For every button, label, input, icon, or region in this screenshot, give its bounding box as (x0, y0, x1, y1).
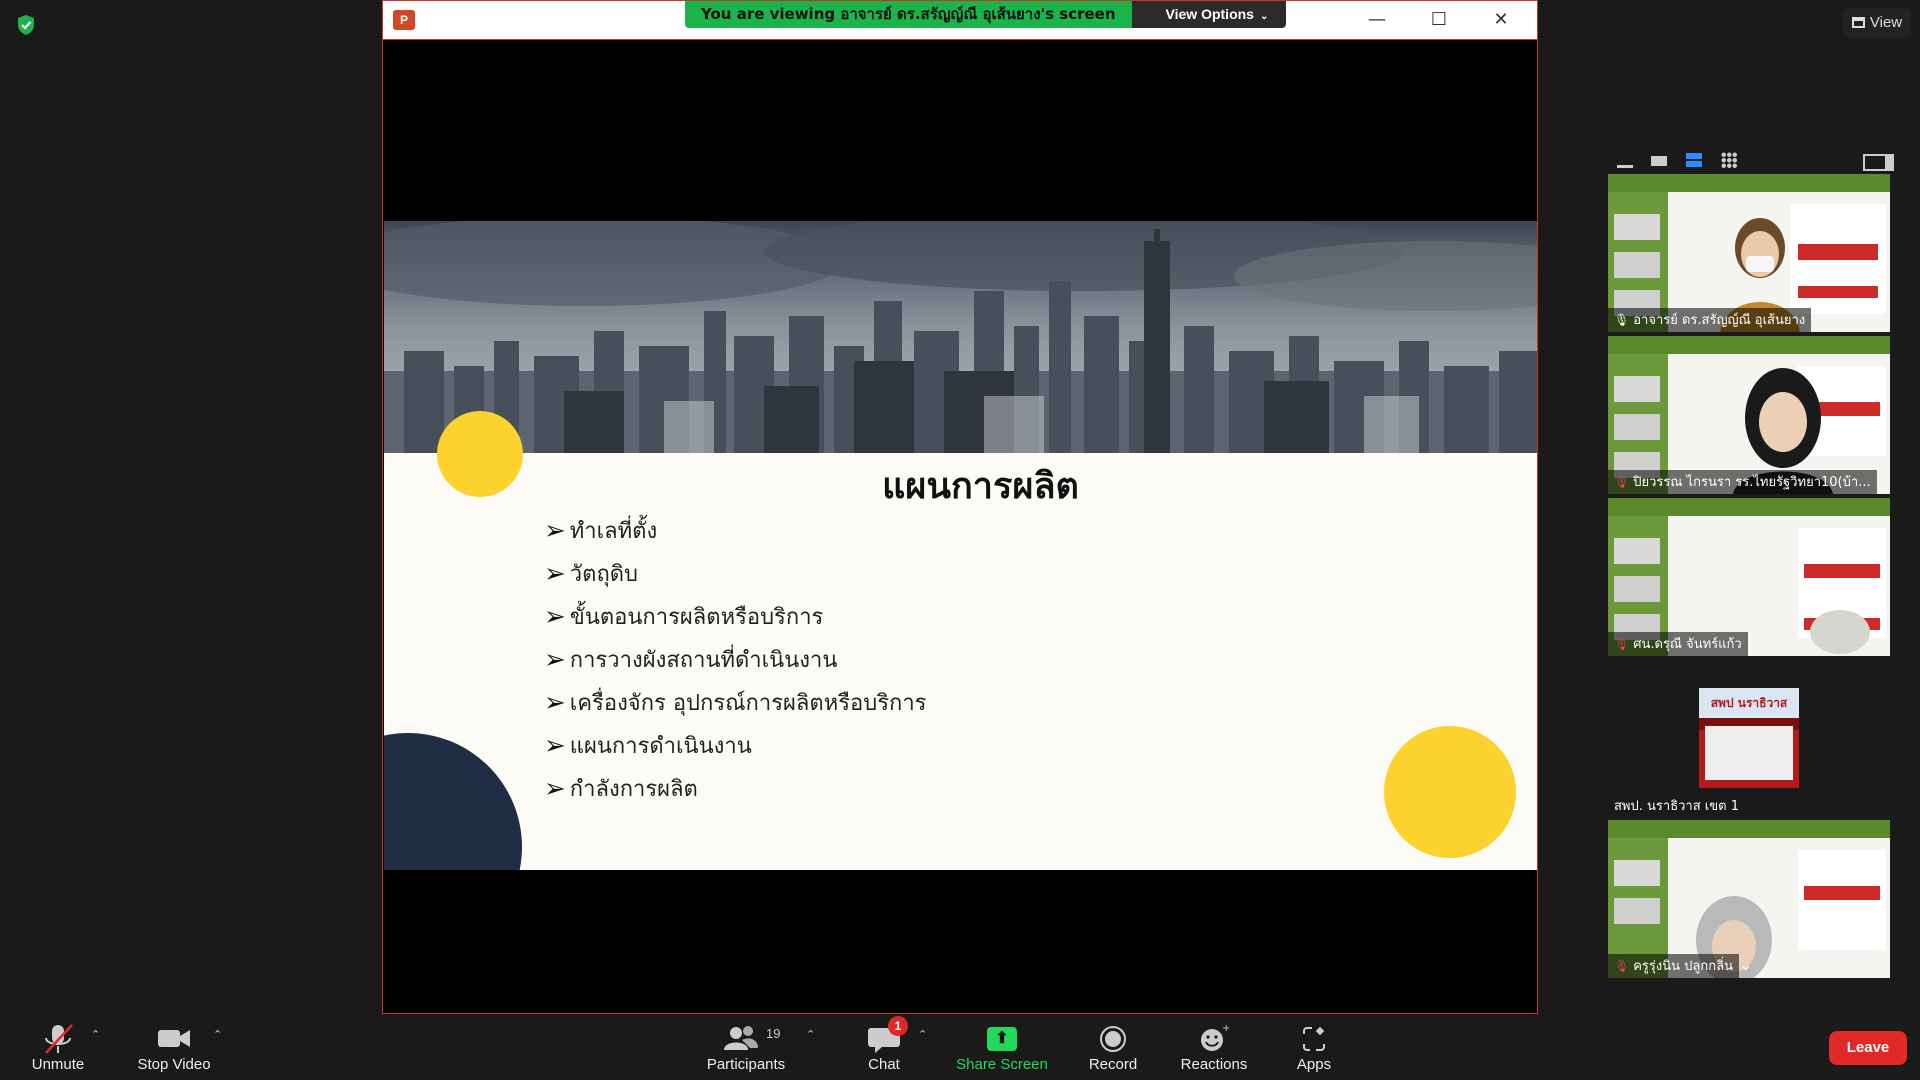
reactions-button[interactable]: + Reactions (1172, 1014, 1256, 1080)
mic-muted-icon: 🎙 (1614, 637, 1630, 651)
bullet-item: ➢ ทำเลที่ตั้ง (544, 509, 927, 552)
mic-icon: 🎙 (1614, 313, 1630, 327)
scroll-down-chevron-icon[interactable]: ⌄ (1739, 955, 1752, 974)
participant-tile[interactable]: 🎙 ศน.ดรุณี จันทร์แก้ว (1608, 498, 1890, 656)
mic-muted-icon (45, 1024, 73, 1054)
bullet-item: ➢ กำลังการผลิต (544, 767, 927, 810)
chat-label: Chat (868, 1056, 900, 1073)
view-grid-icon (1851, 17, 1865, 28)
strip-view-icon[interactable] (1686, 152, 1702, 168)
svg-text:+: + (1222, 1023, 1230, 1034)
smiley-icon: + (1201, 1023, 1230, 1051)
meeting-toolbar: Unmute ⌃ Stop Video ⌃ Participants 19 ⌃ (0, 1014, 1920, 1080)
viewing-banner: You are viewing อาจารย์ ดร.สรัญญ์ณี อุเส… (685, 1, 1287, 28)
side-by-side-icon[interactable] (1863, 152, 1894, 171)
share-screen-button[interactable]: ⬆ Share Screen (952, 1014, 1052, 1080)
maximize-icon[interactable]: ☐ (1419, 7, 1459, 33)
chat-unread-badge: 1 (888, 1016, 908, 1036)
participants-button[interactable]: Participants (700, 1014, 792, 1080)
city-skyline-image (384, 221, 1537, 453)
participant-tile[interactable]: 🎙 ปิยวรรณ ไกรนรา รร.ไทยรัฐวิทยา10(บ้า... (1608, 336, 1890, 494)
participant-name: 🎙 อาจารย์ ดร.สรัญญ์ณี อุเส้นยาง (1608, 308, 1812, 332)
bullet-item: ➢ แผนการดำเนินงาน (544, 724, 927, 767)
arrow-bullet-icon: ➢ (544, 601, 566, 632)
mic-muted-icon: 🎙 (1614, 959, 1630, 973)
apps-button[interactable]: Apps (1284, 1014, 1344, 1080)
shared-screen: P — ☐ ✕ You are viewing อาจารย์ ดร.สรัญญ… (382, 0, 1538, 1014)
participants-label: Participants (706, 1056, 786, 1073)
stop-video-button[interactable]: Stop Video (130, 1014, 218, 1080)
shield-icon[interactable] (16, 14, 36, 36)
participant-name: 🎙 ศน.ดรุณี จันทร์แก้ว (1608, 632, 1748, 656)
bullet-text: แผนการดำเนินงาน (569, 734, 752, 759)
record-label: Record (1088, 1056, 1138, 1073)
arrow-bullet-icon: ➢ (544, 515, 566, 546)
participant-name: 🎙 ปิยวรรณ ไกรนรา รร.ไทยรัฐวิทยา10(บ้า... (1608, 470, 1877, 494)
bullet-text: การวางผังสถานที่ดำเนินงาน (569, 648, 838, 673)
video-options-caret-icon[interactable]: ⌃ (213, 1028, 222, 1041)
participant-name: สพป. นราธิวาส เขต 1 (1614, 799, 1739, 814)
zoom-meeting-window: P — ☐ ✕ You are viewing อาจารย์ ดร.สรัญญ… (0, 0, 1920, 1080)
unmute-label: Unmute (31, 1056, 85, 1073)
arrow-bullet-icon: ➢ (544, 687, 566, 718)
bullet-text: ทำเลที่ตั้ง (569, 519, 658, 544)
participant-tile[interactable]: 🎙 อาจารย์ ดร.สรัญญ์ณี อุเส้นยาง (1608, 174, 1890, 332)
powerpoint-icon: P (393, 10, 415, 30)
share-screen-label: Share Screen (956, 1056, 1048, 1073)
bullet-text: กำลังการผลิต (569, 777, 698, 802)
minimize-gallery-icon[interactable] (1617, 152, 1633, 168)
apps-icon (1303, 1026, 1325, 1051)
bullet-item: ➢ การวางผังสถานที่ดำเนินงาน (544, 638, 927, 681)
participant-name: 🎙 ครูรุ่งนิน ปลูกกลิ่น (1608, 954, 1739, 978)
reactions-label: Reactions (1180, 1056, 1248, 1073)
single-tile-icon[interactable] (1651, 152, 1667, 168)
arrow-bullet-icon: ➢ (544, 773, 566, 804)
slide-bullet-list: ➢ ทำเลที่ตั้ง ➢ วัตถุดิบ ➢ ขั้นตอนการผลิตหร… (544, 509, 927, 810)
presentation-slide: แผนการผลิต ➢ ทำเลที่ตั้ง ➢ วัตถุดิบ ➢ ขั้นต… (384, 221, 1537, 870)
arrow-bullet-icon: ➢ (544, 558, 566, 589)
participants-count: 19 (766, 1026, 781, 1041)
window-controls: — ☐ ✕ (1357, 7, 1521, 33)
decorative-navy-circle (384, 733, 522, 870)
bullet-item: ➢ วัตถุดิบ (544, 552, 927, 595)
viewing-status-text: You are viewing อาจารย์ ดร.สรัญญ์ณี อุเส… (685, 1, 1132, 28)
apps-label: Apps (1296, 1056, 1332, 1073)
unmute-button[interactable]: Unmute (22, 1014, 94, 1080)
chevron-down-icon: ⌄ (1259, 11, 1269, 22)
view-options-button[interactable]: View Options ⌄ (1131, 1, 1287, 28)
record-icon (1100, 1026, 1126, 1052)
grid-view-icon[interactable] (1721, 152, 1737, 168)
gallery-layout-bar (1607, 145, 1894, 175)
participant-profile-picture: สพป นราธิวาส (1699, 688, 1799, 788)
share-screen-icon: ⬆ (987, 1027, 1017, 1051)
chat-options-caret-icon[interactable]: ⌃ (918, 1028, 927, 1041)
participant-tile[interactable]: สพป นราธิวาส สพป. นราธิวาส เขต 1 (1608, 660, 1890, 818)
bullet-item: ➢ เครื่องจักร อุปกรณ์การผลิตหรือบริการ (544, 681, 927, 724)
bullet-text: ขั้นตอนการผลิตหรือบริการ (569, 605, 824, 630)
stop-video-label: Stop Video (137, 1056, 211, 1073)
view-button[interactable]: View (1843, 8, 1911, 38)
arrow-bullet-icon: ➢ (544, 644, 566, 675)
leave-button[interactable]: Leave (1829, 1031, 1907, 1065)
arrow-bullet-icon: ➢ (544, 730, 566, 761)
decorative-yellow-circle-large (1384, 726, 1516, 858)
record-button[interactable]: Record (1080, 1014, 1146, 1080)
view-label: View (1869, 14, 1903, 31)
bullet-text: วัตถุดิบ (569, 562, 639, 587)
mic-muted-icon: 🎙 (1614, 475, 1630, 489)
minimize-icon[interactable]: — (1357, 7, 1397, 33)
participants-options-caret-icon[interactable]: ⌃ (806, 1028, 815, 1041)
view-options-label: View Options (1165, 6, 1254, 22)
close-icon[interactable]: ✕ (1481, 7, 1521, 33)
slide-title: แผนการผลิต (882, 466, 1079, 507)
audio-options-caret-icon[interactable]: ⌃ (91, 1028, 100, 1041)
bullet-text: เครื่องจักร อุปกรณ์การผลิตหรือบริการ (569, 691, 927, 716)
video-camera-icon (158, 1030, 190, 1047)
profile-picture-text: สพป นราธิวาส (1699, 688, 1799, 718)
bullet-item: ➢ ขั้นตอนการผลิตหรือบริการ (544, 595, 927, 638)
